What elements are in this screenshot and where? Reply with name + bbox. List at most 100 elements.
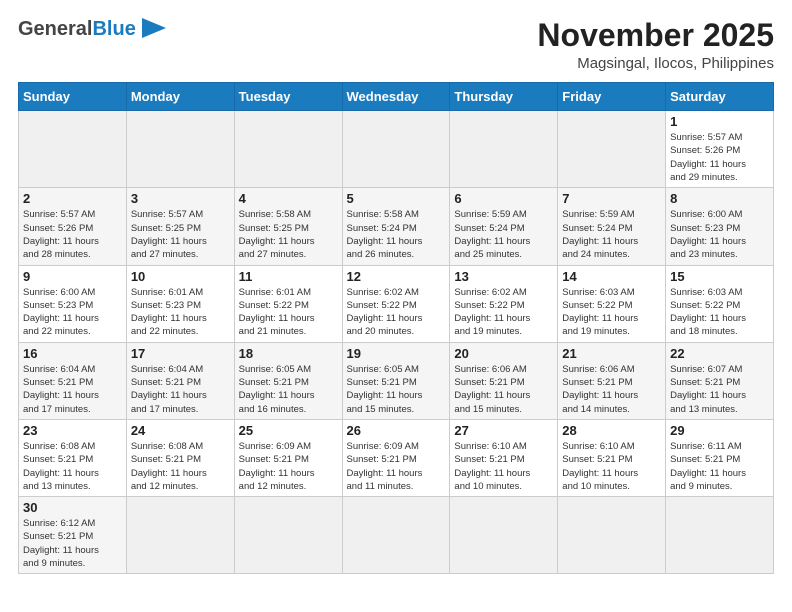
calendar-week-row: 2Sunrise: 5:57 AM Sunset: 5:26 PM Daylig…: [19, 188, 774, 265]
title-area: November 2025 Magsingal, Ilocos, Philipp…: [537, 18, 774, 72]
day-number: 12: [347, 269, 446, 284]
calendar-week-row: 23 Sunrise: 6:08 AM Sunset: 5:21 PM Dayli…: [19, 419, 774, 496]
table-row: 24 Sunrise: 6:08 AM Sunset: 5:21 PM Dayli…: [126, 419, 234, 496]
day-number: 17: [131, 346, 230, 361]
table-row: 26 Sunrise: 6:09 AM Sunset: 5:21 PM Dayli…: [342, 419, 450, 496]
table-row: 12Sunrise: 6:02 AM Sunset: 5:22 PM Dayli…: [342, 265, 450, 342]
calendar-week-row: 16 Sunrise: 6:04 AM Sunset: 5:21 PM Dayli…: [19, 342, 774, 419]
day-number: 16: [23, 346, 122, 361]
table-row: 14Sunrise: 6:03 AM Sunset: 5:22 PM Dayli…: [558, 265, 666, 342]
calendar-week-row: 30 Sunrise: 6:12 AM Sunset: 5:21 PM Dayli…: [19, 497, 774, 574]
table-row: [450, 497, 558, 574]
location: Magsingal, Ilocos, Philippines: [537, 55, 774, 72]
day-number: 3: [131, 191, 230, 206]
day-info: Sunrise: 6:08 AM Sunset: 5:21 PM Dayligh…: [131, 440, 230, 493]
table-row: 29 Sunrise: 6:11 AM Sunset: 5:21 PM Dayli…: [666, 419, 774, 496]
weekday-friday: Friday: [558, 83, 666, 111]
day-number: 2: [23, 191, 122, 206]
day-info: Sunrise: 6:10 AM Sunset: 5:21 PM Dayligh…: [454, 440, 553, 493]
month-title: November 2025: [537, 18, 774, 53]
table-row: 18 Sunrise: 6:05 AM Sunset: 5:21 PM Dayli…: [234, 342, 342, 419]
day-number: 28: [562, 423, 661, 438]
day-info: Sunrise: 6:08 AM Sunset: 5:21 PM Dayligh…: [23, 440, 122, 493]
day-number: 21: [562, 346, 661, 361]
day-info: Sunrise: 6:07 AM Sunset: 5:21 PM Dayligh…: [670, 363, 769, 416]
day-info: Sunrise: 5:57 AM Sunset: 5:25 PM Dayligh…: [131, 208, 230, 261]
table-row: [126, 111, 234, 188]
calendar-body: 1 Sunrise: 5:57 AM Sunset: 5:26 PM Daylig…: [19, 111, 774, 574]
table-row: [558, 111, 666, 188]
day-info: Sunrise: 6:03 AM Sunset: 5:22 PM Dayligh…: [562, 286, 661, 339]
day-info: Sunrise: 5:57 AM Sunset: 5:26 PM Dayligh…: [670, 131, 769, 184]
table-row: 3 Sunrise: 5:57 AM Sunset: 5:25 PM Daylig…: [126, 188, 234, 265]
table-row: 20Sunrise: 6:06 AM Sunset: 5:21 PM Dayli…: [450, 342, 558, 419]
table-row: 11Sunrise: 6:01 AM Sunset: 5:22 PM Dayli…: [234, 265, 342, 342]
day-info: Sunrise: 6:05 AM Sunset: 5:21 PM Dayligh…: [347, 363, 446, 416]
table-row: 19 Sunrise: 6:05 AM Sunset: 5:21 PM Dayli…: [342, 342, 450, 419]
day-info: Sunrise: 6:10 AM Sunset: 5:21 PM Dayligh…: [562, 440, 661, 493]
weekday-thursday: Thursday: [450, 83, 558, 111]
table-row: [450, 111, 558, 188]
day-number: 8: [670, 191, 769, 206]
table-row: 15 Sunrise: 6:03 AM Sunset: 5:22 PM Dayli…: [666, 265, 774, 342]
day-info: Sunrise: 6:02 AM Sunset: 5:22 PM Dayligh…: [454, 286, 553, 339]
day-number: 25: [239, 423, 338, 438]
day-number: 19: [347, 346, 446, 361]
day-number: 1: [670, 114, 769, 129]
day-number: 9: [23, 269, 122, 284]
table-row: 30 Sunrise: 6:12 AM Sunset: 5:21 PM Dayli…: [19, 497, 127, 574]
calendar-week-row: 1 Sunrise: 5:57 AM Sunset: 5:26 PM Daylig…: [19, 111, 774, 188]
day-number: 30: [23, 500, 122, 515]
table-row: 5Sunrise: 5:58 AM Sunset: 5:24 PM Daylig…: [342, 188, 450, 265]
day-number: 26: [347, 423, 446, 438]
header: GeneralBlue November 2025 Magsingal, Ilo…: [18, 18, 774, 72]
weekday-wednesday: Wednesday: [342, 83, 450, 111]
table-row: 10Sunrise: 6:01 AM Sunset: 5:23 PM Dayli…: [126, 265, 234, 342]
table-row: [234, 497, 342, 574]
day-info: Sunrise: 5:59 AM Sunset: 5:24 PM Dayligh…: [454, 208, 553, 261]
calendar-week-row: 9 Sunrise: 6:00 AM Sunset: 5:23 PM Daylig…: [19, 265, 774, 342]
table-row: 7Sunrise: 5:59 AM Sunset: 5:24 PM Daylig…: [558, 188, 666, 265]
logo: GeneralBlue: [18, 18, 166, 41]
table-row: [666, 497, 774, 574]
day-number: 18: [239, 346, 338, 361]
table-row: 25Sunrise: 6:09 AM Sunset: 5:21 PM Dayli…: [234, 419, 342, 496]
day-number: 7: [562, 191, 661, 206]
logo-general: General: [18, 18, 92, 40]
day-info: Sunrise: 6:00 AM Sunset: 5:23 PM Dayligh…: [23, 286, 122, 339]
calendar-header: Sunday Monday Tuesday Wednesday Thursday…: [19, 83, 774, 111]
day-info: Sunrise: 5:58 AM Sunset: 5:25 PM Dayligh…: [239, 208, 338, 261]
table-row: 28 Sunrise: 6:10 AM Sunset: 5:21 PM Dayli…: [558, 419, 666, 496]
table-row: [19, 111, 127, 188]
table-row: 2Sunrise: 5:57 AM Sunset: 5:26 PM Daylig…: [19, 188, 127, 265]
day-number: 29: [670, 423, 769, 438]
day-number: 11: [239, 269, 338, 284]
table-row: 23 Sunrise: 6:08 AM Sunset: 5:21 PM Dayli…: [19, 419, 127, 496]
day-info: Sunrise: 6:03 AM Sunset: 5:22 PM Dayligh…: [670, 286, 769, 339]
day-number: 23: [23, 423, 122, 438]
table-row: [342, 111, 450, 188]
table-row: [558, 497, 666, 574]
weekday-row: Sunday Monday Tuesday Wednesday Thursday…: [19, 83, 774, 111]
day-number: 27: [454, 423, 553, 438]
day-number: 24: [131, 423, 230, 438]
weekday-sunday: Sunday: [19, 83, 127, 111]
table-row: 17 Sunrise: 6:04 AM Sunset: 5:21 PM Dayli…: [126, 342, 234, 419]
day-info: Sunrise: 6:05 AM Sunset: 5:21 PM Dayligh…: [239, 363, 338, 416]
table-row: [342, 497, 450, 574]
day-number: 4: [239, 191, 338, 206]
table-row: 13Sunrise: 6:02 AM Sunset: 5:22 PM Dayli…: [450, 265, 558, 342]
day-info: Sunrise: 6:01 AM Sunset: 5:23 PM Dayligh…: [131, 286, 230, 339]
day-info: Sunrise: 6:12 AM Sunset: 5:21 PM Dayligh…: [23, 517, 122, 570]
day-info: Sunrise: 6:00 AM Sunset: 5:23 PM Dayligh…: [670, 208, 769, 261]
day-info: Sunrise: 6:11 AM Sunset: 5:21 PM Dayligh…: [670, 440, 769, 493]
day-info: Sunrise: 6:09 AM Sunset: 5:21 PM Dayligh…: [347, 440, 446, 493]
day-number: 15: [670, 269, 769, 284]
weekday-monday: Monday: [126, 83, 234, 111]
table-row: 4 Sunrise: 5:58 AM Sunset: 5:25 PM Daylig…: [234, 188, 342, 265]
table-row: 16Sunrise: 6:04 AM Sunset: 5:21 PM Dayli…: [19, 342, 127, 419]
day-info: Sunrise: 6:06 AM Sunset: 5:21 PM Dayligh…: [454, 363, 553, 416]
day-info: Sunrise: 6:04 AM Sunset: 5:21 PM Dayligh…: [131, 363, 230, 416]
day-number: 22: [670, 346, 769, 361]
weekday-saturday: Saturday: [666, 83, 774, 111]
